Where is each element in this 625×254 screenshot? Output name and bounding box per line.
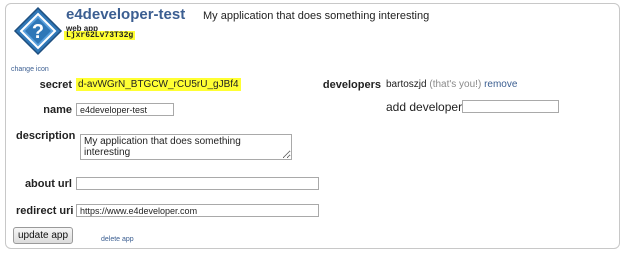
remove-developer-link[interactable]: remove — [484, 79, 517, 90]
app-panel: ? e4developer-test web app Ljxr62Lv73T32… — [5, 3, 620, 249]
name-label: name — [43, 104, 72, 116]
redirect-uri-label: redirect uri — [16, 205, 74, 217]
update-app-button[interactable]: update app — [13, 227, 74, 244]
delete-app-link[interactable]: delete app — [101, 236, 134, 243]
developer-you-note: (that's you!) — [429, 79, 482, 90]
description-textarea[interactable]: My application that does something inter… — [80, 134, 292, 160]
app-name: e4developer-test — [66, 6, 186, 23]
app-id: Ljxr62Lv73T32g — [64, 31, 136, 40]
developer-entry: bartoszjd (that's you!) remove — [386, 79, 517, 90]
app-description-header: My application that does something inter… — [203, 10, 430, 22]
add-developer-label: add developer: — [386, 100, 466, 114]
redirect-uri-input[interactable] — [76, 204, 319, 217]
secret-value: d-avWGrN_BTGCW_rCU5rU_gJBf4 — [76, 78, 241, 91]
developer-name: bartoszjd — [386, 79, 427, 90]
developers-label: developers — [322, 79, 381, 91]
about-url-label: about url — [24, 178, 72, 190]
add-developer-input[interactable] — [462, 100, 559, 113]
question-mark-diamond-icon[interactable]: ? — [13, 6, 63, 56]
svg-text:?: ? — [32, 21, 44, 43]
description-label: description — [16, 130, 76, 142]
change-icon-link[interactable]: change icon — [11, 66, 49, 73]
name-input[interactable] — [76, 103, 174, 116]
about-url-input[interactable] — [76, 177, 319, 190]
secret-label: secret — [39, 79, 72, 91]
